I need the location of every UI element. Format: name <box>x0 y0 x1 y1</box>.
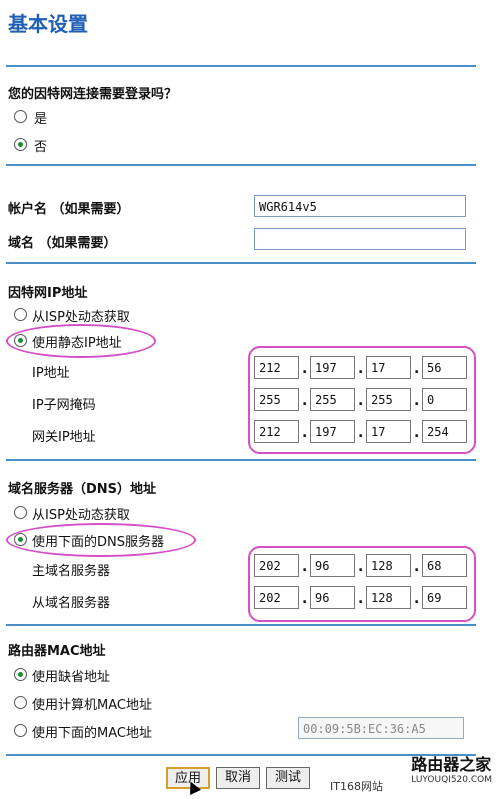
login-yes-label: 是 <box>34 112 48 127</box>
dns-title: 域名服务器（DNS）地址 <box>8 482 157 497</box>
login-question: 您的因特网连接需要登录吗？ <box>8 87 178 102</box>
account-label: 帐户名 （如果需要） <box>8 202 130 217</box>
dns2-octet-3[interactable]: 128 <box>366 586 411 609</box>
dot: . <box>302 361 308 377</box>
ip-octet-3[interactable]: 17 <box>366 356 411 379</box>
dns1-octet-1[interactable]: 202 <box>254 554 299 577</box>
dot: . <box>414 591 420 607</box>
mask-octet-3[interactable]: 255 <box>366 388 411 411</box>
ip-octet-4[interactable]: 56 <box>422 356 467 379</box>
divider <box>6 65 476 67</box>
dot: . <box>358 591 364 607</box>
mask-octet-2[interactable]: 255 <box>310 388 355 411</box>
page-title: 基本设置 <box>8 12 88 36</box>
mac-computer-label: 使用计算机MAC地址 <box>32 698 152 713</box>
dns-below-label: 使用下面的DNS服务器 <box>32 535 164 550</box>
login-yes-radio[interactable] <box>14 110 27 123</box>
ip-dynamic-label: 从ISP处动态获取 <box>32 310 130 325</box>
divider <box>6 754 476 756</box>
dns2-octet-2[interactable]: 96 <box>310 586 355 609</box>
gw-octet-2[interactable]: 197 <box>310 420 355 443</box>
gw-octet-4[interactable]: 254 <box>422 420 467 443</box>
gw-octet-1[interactable]: 212 <box>254 420 299 443</box>
dns2-octet-4[interactable]: 69 <box>422 586 467 609</box>
divider <box>6 262 476 264</box>
dot: . <box>414 559 420 575</box>
domain-input[interactable] <box>254 228 466 250</box>
dns-dynamic-label: 从ISP处动态获取 <box>32 508 130 523</box>
test-button[interactable]: 测试 <box>266 767 310 789</box>
dot: . <box>358 425 364 441</box>
dot: . <box>302 393 308 409</box>
mac-default-radio[interactable] <box>14 668 27 681</box>
dot: . <box>302 425 308 441</box>
primary-dns-label: 主域名服务器 <box>32 564 111 579</box>
dot: . <box>302 559 308 575</box>
watermark-brand: 路由器之家 LUYOUQI520.COM <box>411 751 492 785</box>
watermark-left: IT168网站 <box>330 780 383 793</box>
ip-dynamic-radio[interactable] <box>14 308 27 321</box>
dns1-octet-4[interactable]: 68 <box>422 554 467 577</box>
dns-dynamic-radio[interactable] <box>14 506 27 519</box>
account-input[interactable]: WGR614v5 <box>254 195 466 217</box>
brand-url: LUYOUQI520.COM <box>411 775 492 785</box>
dot: . <box>414 425 420 441</box>
dns-below-radio[interactable] <box>14 533 27 546</box>
dot: . <box>358 361 364 377</box>
gateway-label: 网关IP地址 <box>32 430 96 445</box>
ip-static-radio[interactable] <box>14 334 27 347</box>
ip-octet-2[interactable]: 197 <box>310 356 355 379</box>
dot: . <box>414 393 420 409</box>
mask-octet-1[interactable]: 255 <box>254 388 299 411</box>
ip-label: IP地址 <box>32 366 70 381</box>
dns1-octet-2[interactable]: 96 <box>310 554 355 577</box>
gw-octet-3[interactable]: 17 <box>366 420 411 443</box>
mac-computer-radio[interactable] <box>14 696 27 709</box>
login-no-radio[interactable] <box>14 138 27 151</box>
brand-name: 路由器之家 <box>411 755 492 774</box>
dns1-octet-3[interactable]: 128 <box>366 554 411 577</box>
login-no-label: 否 <box>34 140 48 155</box>
secondary-dns-label: 从域名服务器 <box>32 596 111 611</box>
dot: . <box>358 559 364 575</box>
mac-address-input[interactable]: 00:09:5B:EC:36:A5 <box>298 717 464 739</box>
divider <box>6 624 476 626</box>
dot: . <box>414 361 420 377</box>
internet-ip-title: 因特网IP地址 <box>8 286 88 301</box>
dot: . <box>302 591 308 607</box>
dns2-octet-1[interactable]: 202 <box>254 586 299 609</box>
divider <box>6 164 476 166</box>
mask-octet-4[interactable]: 0 <box>422 388 467 411</box>
cancel-button[interactable]: 取消 <box>216 767 260 789</box>
domain-label: 域名 （如果需要） <box>8 236 117 251</box>
mac-below-label: 使用下面的MAC地址 <box>32 726 152 741</box>
divider <box>6 459 476 461</box>
mac-below-radio[interactable] <box>14 724 27 737</box>
mac-title: 路由器MAC地址 <box>8 644 106 659</box>
ip-static-label: 使用静态IP地址 <box>32 336 122 351</box>
dot: . <box>358 393 364 409</box>
mask-label: IP子网掩码 <box>32 398 96 413</box>
ip-octet-1[interactable]: 212 <box>254 356 299 379</box>
mac-default-label: 使用缺省地址 <box>32 670 111 685</box>
